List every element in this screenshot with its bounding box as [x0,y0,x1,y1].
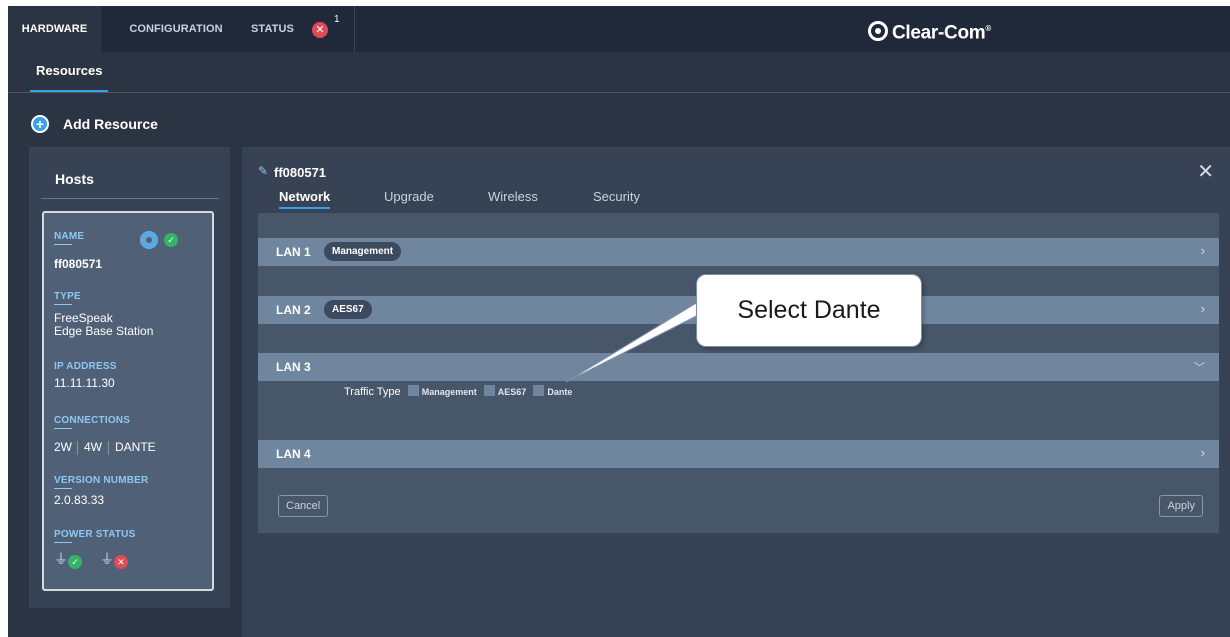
traffic-type-label: Traffic Type [344,386,401,398]
chevron-right-icon: › [1200,301,1205,316]
aes67-checkbox[interactable] [483,385,495,396]
brand-logo: Clear-Com® [868,14,991,44]
lan-4-header[interactable]: LAN 4 › [258,440,1219,468]
power-ok-icon: ✓ [68,555,82,569]
ip-address-value: 11.11.11.30 [54,376,115,390]
tab-network[interactable]: Network [279,189,331,209]
version-number-label: VERSION NUMBER [54,475,149,486]
tab-status[interactable]: STATUS [251,6,311,52]
check-icon: ✓ [164,233,178,247]
lan-1-header[interactable]: LAN 1 Management › [258,238,1219,266]
management-option-label: Management [421,387,477,397]
label-underline [54,428,72,429]
brand-mark: ® [985,24,991,33]
type-value-line1: FreeSpeak [54,311,113,325]
add-resource-label: Add Resource [63,116,158,132]
clearcom-logo-icon [868,21,888,42]
callout-text: Select Dante [737,296,881,324]
connections-list: 2W 4W DANTE [54,440,204,456]
network-settings: LAN 1 Management › LAN 2 AES67 › LAN 3 ﹀… [258,213,1219,533]
tab-security[interactable]: Security [593,189,640,204]
tab-configuration[interactable]: CONFIGURATION [121,6,231,52]
tab-wireless[interactable]: Wireless [488,189,538,204]
sub-nav: Resources [8,52,1230,93]
dante-option-label: Dante [547,387,573,397]
gear-icon[interactable] [140,231,158,249]
traffic-type-options: Traffic Type Management AES67 Dante [344,385,572,398]
hosts-divider [41,198,219,199]
lan-2-label: LAN 2 [276,303,311,317]
ip-address-label: IP ADDRESS [54,361,117,372]
chevron-down-icon: ﹀ [1194,362,1205,374]
status-error-icon: ✕ [312,22,328,38]
name-label: NAME [54,231,85,242]
power-plug-icon: ⏚ [100,551,114,567]
host-detail-panel: ✎ ff080571 ✕ Network Upgrade Wireless Se… [242,147,1230,637]
lan-1-label: LAN 1 [276,245,311,259]
label-underline [54,244,72,245]
version-number-value: 2.0.83.33 [54,493,105,507]
apply-button[interactable]: Apply [1159,495,1203,517]
power-status-label: POWER STATUS [54,529,136,540]
detail-title: ff080571 [274,165,327,180]
nav-divider [354,6,355,52]
status-badge-count: 1 [334,14,340,25]
power-error-icon: ✕ [114,555,128,569]
lan-2-traffic-pill: AES67 [324,300,372,319]
tab-resources[interactable]: Resources [30,52,109,92]
lan-4-label: LAN 4 [276,447,311,461]
connection-separator [108,441,109,455]
hosts-panel: Hosts NAME ff080571 ✓ TYPE FreeSpeak Edg… [29,147,230,608]
top-nav: HARDWARE CONFIGURATION STATUS ✕ 1 Clear-… [8,6,1230,52]
hosts-title: Hosts [55,171,94,187]
lan-3-label: LAN 3 [276,360,311,374]
chevron-right-icon: › [1200,445,1205,460]
name-value: ff080571 [54,257,103,271]
cancel-button[interactable]: Cancel [278,495,329,517]
label-underline [54,304,72,305]
connection-4w: 4W [84,440,102,454]
lan-1-traffic-pill: Management [324,242,402,261]
aes67-option-label: AES67 [497,387,527,397]
host-card[interactable]: NAME ff080571 ✓ TYPE FreeSpeak Edge Base… [42,211,214,591]
connection-separator [77,441,78,455]
tab-hardware[interactable]: HARDWARE [8,6,101,52]
type-value-line2: Edge Base Station [54,324,154,338]
close-icon[interactable]: ✕ [1197,159,1214,184]
type-label: TYPE [54,291,81,302]
callout-select-dante: Select Dante [696,274,922,347]
label-underline [54,488,72,489]
lan-3-header[interactable]: LAN 3 ﹀ [258,353,1219,381]
tab-upgrade[interactable]: Upgrade [384,189,434,204]
connections-label: CONNECTIONS [54,415,131,426]
brand-name: Clear-Com [892,22,986,44]
plus-icon: + [31,115,49,133]
app-window: HARDWARE CONFIGURATION STATUS ✕ 1 Clear-… [8,6,1230,637]
label-underline [54,542,72,543]
edit-pencil-icon[interactable]: ✎ [258,164,268,178]
power-plug-icon: ⏚ [54,551,68,567]
connection-2w: 2W [54,440,72,454]
connection-dante: DANTE [115,440,156,454]
chevron-right-icon: › [1200,243,1205,258]
management-checkbox[interactable] [407,385,419,396]
add-resource-button[interactable]: + Add Resource [31,113,158,135]
dante-checkbox[interactable] [533,385,545,396]
